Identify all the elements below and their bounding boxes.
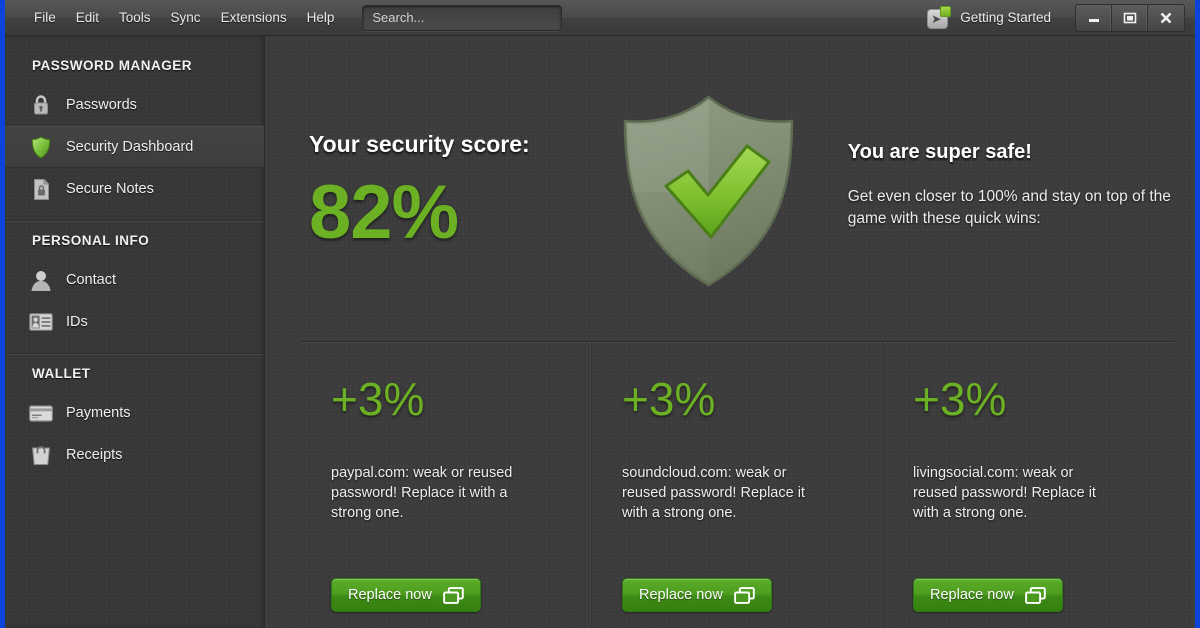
- sidebar-section-personal-info: PERSONAL INFO: [32, 233, 150, 248]
- message-body: Get even closer to 100% and stay on top …: [847, 188, 1171, 227]
- sidebar-item-contact[interactable]: Contact: [5, 259, 264, 301]
- body-area: PASSWORD MANAGER Passwords Security Dash…: [5, 36, 1195, 628]
- shield-block: [602, 36, 815, 291]
- security-score-block: Your security score: 82%: [309, 36, 602, 251]
- note-lock-icon: [29, 177, 53, 201]
- quick-wins-cards: +3% paypal.com: weak or reused password!…: [301, 342, 1173, 628]
- card-gain: +3%: [331, 373, 425, 425]
- shield-check-icon: [623, 95, 793, 287]
- sidebar-item-receipts[interactable]: Receipts: [5, 434, 264, 476]
- sidebar-item-label: Contact: [66, 272, 116, 288]
- replace-now-button[interactable]: Replace now: [331, 578, 481, 612]
- sidebar-item-passwords[interactable]: Passwords: [5, 84, 264, 126]
- replace-now-label: Replace now: [348, 587, 432, 603]
- quick-win-card: +3% paypal.com: weak or reused password!…: [301, 342, 592, 628]
- sidebar-item-ids[interactable]: IDs: [5, 301, 264, 343]
- menu-item-help[interactable]: Help: [298, 7, 344, 29]
- menu-item-sync[interactable]: Sync: [162, 7, 210, 29]
- message-block: You are super safe! Get even closer to 1…: [815, 36, 1175, 230]
- security-score-value: 82%: [309, 170, 459, 255]
- hero-section: Your security score: 82% You are super s…: [265, 36, 1195, 341]
- sidebar-item-label: IDs: [66, 314, 88, 330]
- arrow-right-badge-icon: ➤: [927, 5, 952, 30]
- application-window: File Edit Tools Sync Extensions Help ➤ G…: [0, 0, 1200, 628]
- minimize-button[interactable]: [1076, 4, 1112, 31]
- titlebar: File Edit Tools Sync Extensions Help ➤ G…: [5, 0, 1195, 36]
- getting-started-button[interactable]: ➤ Getting Started: [923, 3, 1059, 33]
- menu-item-file[interactable]: File: [25, 7, 65, 29]
- windows-copy-icon: [442, 586, 464, 604]
- card-gain: +3%: [622, 373, 716, 425]
- sidebar-item-payments[interactable]: Payments: [5, 392, 264, 434]
- maximize-button[interactable]: [1112, 4, 1148, 31]
- card-text: soundcloud.com: weak or reused password!…: [622, 465, 805, 521]
- menu-item-tools[interactable]: Tools: [110, 7, 160, 29]
- card-gain: +3%: [913, 373, 1007, 425]
- sidebar-item-label: Payments: [66, 405, 131, 421]
- windows-copy-icon: [733, 586, 755, 604]
- menu-item-extensions[interactable]: Extensions: [212, 7, 296, 29]
- replace-now-label: Replace now: [930, 587, 1014, 603]
- search-input[interactable]: [362, 4, 563, 31]
- windows-copy-icon: [1024, 586, 1046, 604]
- message-title: You are super safe!: [847, 141, 1032, 163]
- receipt-bag-icon: [29, 443, 53, 467]
- sidebar-divider: [5, 220, 264, 221]
- main-content: Your security score: 82% You are super s…: [265, 36, 1195, 628]
- close-icon: [1160, 12, 1172, 23]
- replace-now-label: Replace now: [639, 587, 723, 603]
- card-text: livingsocial.com: weak or reused passwor…: [913, 465, 1096, 521]
- security-score-title: Your security score:: [309, 131, 530, 157]
- sidebar-item-label: Receipts: [66, 447, 123, 463]
- person-icon: [29, 268, 53, 292]
- maximize-icon: [1123, 12, 1136, 23]
- sidebar-divider: [5, 353, 264, 354]
- sidebar-section-password-manager: PASSWORD MANAGER: [32, 58, 193, 73]
- sidebar-item-label: Secure Notes: [66, 181, 154, 197]
- sidebar: PASSWORD MANAGER Passwords Security Dash…: [5, 36, 265, 628]
- card-text: paypal.com: weak or reused password! Rep…: [331, 465, 513, 521]
- sidebar-section-wallet: WALLET: [32, 366, 91, 381]
- sidebar-item-security-dashboard[interactable]: Security Dashboard: [5, 126, 264, 168]
- sidebar-item-label: Passwords: [66, 97, 137, 113]
- quick-win-card: +3% soundcloud.com: weak or reused passw…: [592, 342, 883, 628]
- sidebar-item-label: Security Dashboard: [66, 139, 194, 155]
- close-button[interactable]: [1148, 5, 1184, 31]
- shield-icon: [29, 135, 53, 159]
- replace-now-button[interactable]: Replace now: [622, 578, 772, 612]
- credit-card-icon: [29, 401, 53, 425]
- lock-icon: [29, 93, 53, 117]
- replace-now-button[interactable]: Replace now: [913, 578, 1063, 612]
- id-card-icon: [29, 310, 53, 334]
- quick-win-card: +3% livingsocial.com: weak or reused pas…: [883, 342, 1173, 628]
- getting-started-label: Getting Started: [960, 10, 1051, 25]
- menu-item-edit[interactable]: Edit: [67, 7, 108, 29]
- sidebar-item-secure-notes[interactable]: Secure Notes: [5, 168, 264, 210]
- window-controls: [1075, 3, 1185, 32]
- minimize-icon: [1088, 18, 1099, 22]
